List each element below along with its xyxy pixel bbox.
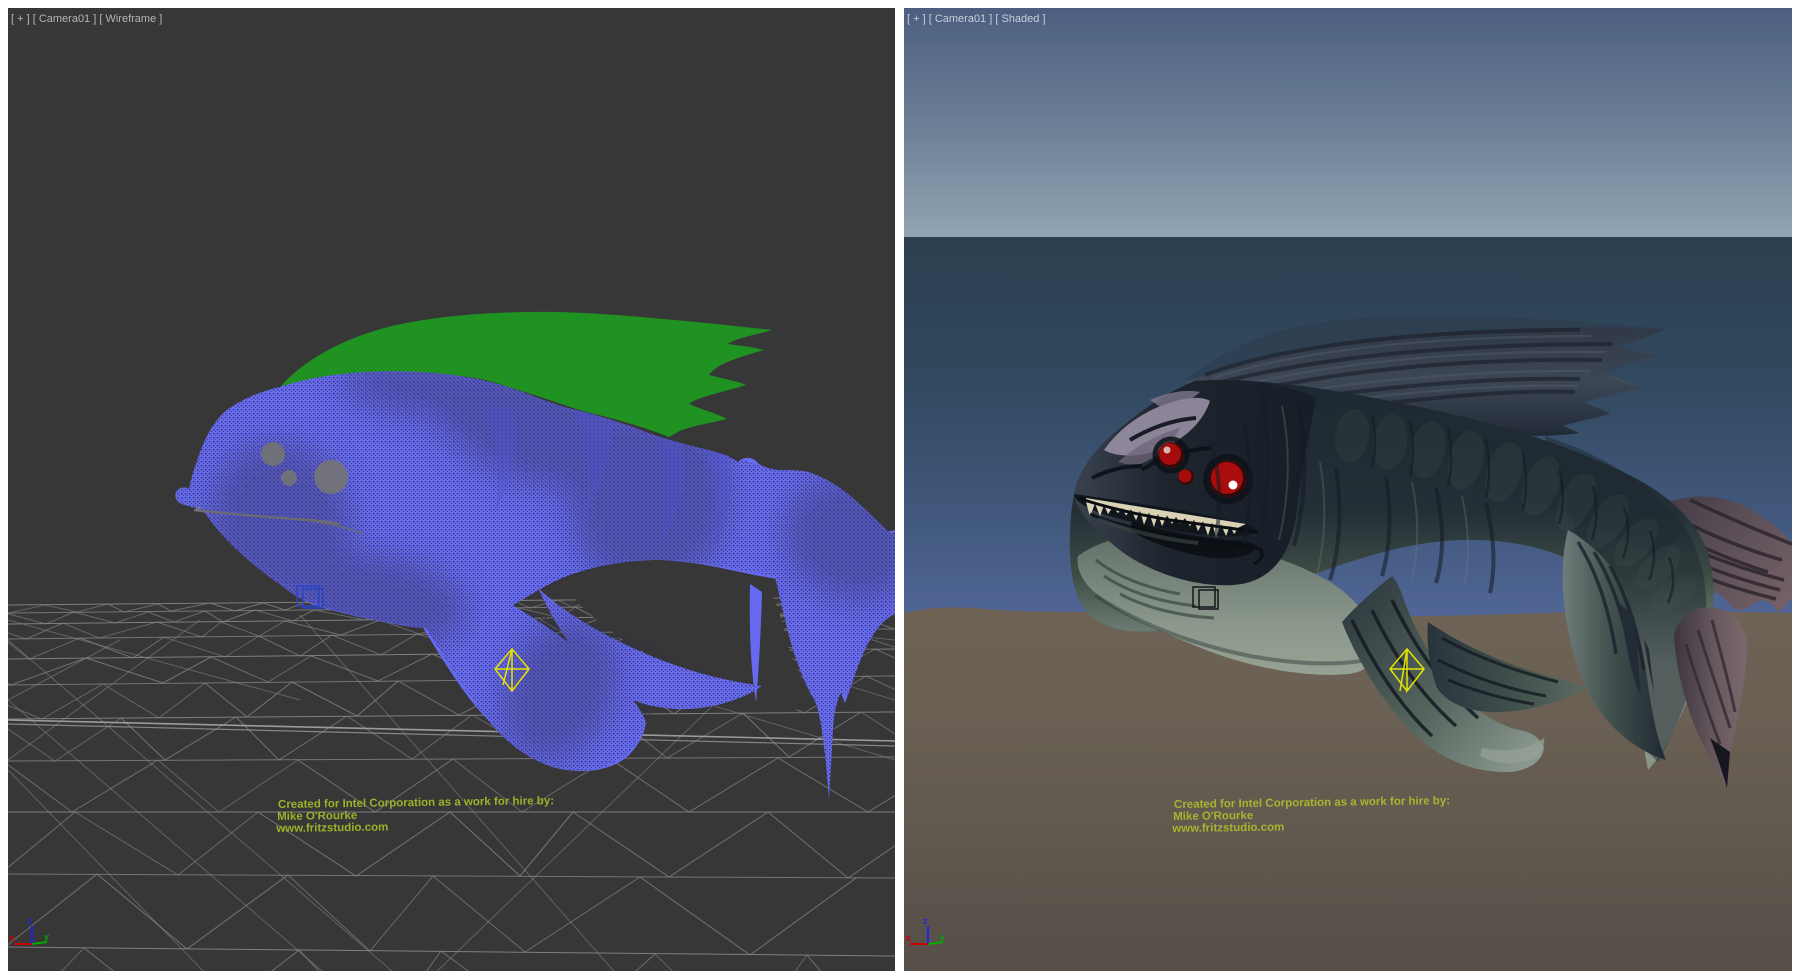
svg-text:[ + ] [ Camera01 ] [ Shaded ]: [ + ] [ Camera01 ] [ Shaded ]: [907, 13, 1046, 25]
svg-text:x: x: [906, 933, 911, 943]
svg-text:z: z: [27, 916, 32, 926]
svg-text:www.fritzstudio.com: www.fritzstudio.com: [1171, 821, 1284, 835]
svg-text:x: x: [10, 933, 15, 943]
svg-text:y: y: [940, 932, 945, 942]
svg-text:Mike O'Rourke: Mike O'Rourke: [277, 810, 357, 823]
svg-text:www.fritzstudio.com: www.fritzstudio.com: [275, 821, 388, 835]
svg-text:[ + ] [ Camera01 ] [ Wireframe: [ + ] [ Camera01 ] [ Wireframe ]: [11, 13, 162, 25]
svg-text:Mike O'Rourke: Mike O'Rourke: [1173, 810, 1253, 823]
svg-text:y: y: [44, 932, 49, 942]
svg-text:z: z: [923, 916, 928, 926]
